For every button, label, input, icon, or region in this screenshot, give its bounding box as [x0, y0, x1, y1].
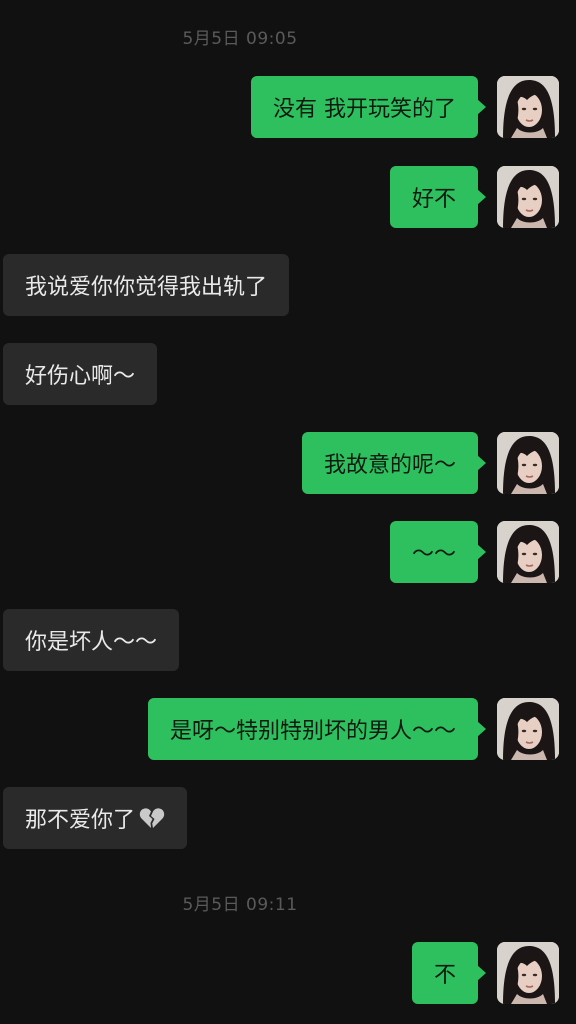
- message-text: 不: [433, 963, 456, 988]
- avatar-photo: [497, 698, 559, 760]
- avatar-photo: [497, 521, 559, 583]
- avatar-photo: [497, 432, 559, 494]
- avatar[interactable]: [497, 698, 559, 760]
- message-text: 好不: [411, 187, 456, 212]
- avatar[interactable]: [497, 76, 559, 138]
- message-text: 是呀～特别特别坏的男人～～: [169, 719, 456, 744]
- message-text: 那不爱你了: [25, 808, 136, 833]
- broken-heart-icon: [139, 808, 165, 828]
- message-bubble-sent[interactable]: ～～: [389, 521, 487, 583]
- message-text: 好伤心啊～: [25, 364, 136, 389]
- avatar[interactable]: [497, 432, 559, 494]
- message-bubble-received[interactable]: 你是坏人～～: [3, 609, 180, 671]
- avatar[interactable]: [497, 166, 559, 228]
- message-text: 我故意的呢～: [323, 453, 456, 478]
- message-text: 你是坏人～～: [25, 630, 158, 655]
- avatar-photo: [497, 166, 559, 228]
- message-text: 没有 我开玩笑的了: [273, 97, 456, 122]
- timestamp: 5月5日 09:11: [182, 895, 298, 915]
- avatar-photo: [497, 942, 559, 1004]
- message-bubble-sent[interactable]: 好不: [389, 166, 487, 228]
- chat-screen[interactable]: 5月5日 09:05 没有 我开玩笑的了 好不 我说爱你你觉得我出轨了 好伤心啊…: [0, 0, 576, 1024]
- timestamp: 5月5日 09:05: [182, 29, 298, 49]
- message-bubble-sent[interactable]: 我故意的呢～: [301, 432, 487, 494]
- message-bubble-received[interactable]: 好伤心啊～: [3, 343, 158, 405]
- avatar[interactable]: [497, 942, 559, 1004]
- avatar[interactable]: [497, 521, 559, 583]
- message-bubble-received[interactable]: 那不爱你了: [3, 787, 188, 849]
- message-bubble-received[interactable]: 我说爱你你觉得我出轨了: [3, 254, 290, 316]
- message-bubble-sent[interactable]: 没有 我开玩笑的了: [251, 76, 486, 138]
- avatar-photo: [497, 76, 559, 138]
- message-bubble-sent[interactable]: 是呀～特别特别坏的男人～～: [147, 698, 487, 760]
- message-text: ～～: [411, 542, 456, 567]
- message-text: 我说爱你你觉得我出轨了: [25, 275, 268, 300]
- message-bubble-sent[interactable]: 不: [411, 942, 487, 1004]
